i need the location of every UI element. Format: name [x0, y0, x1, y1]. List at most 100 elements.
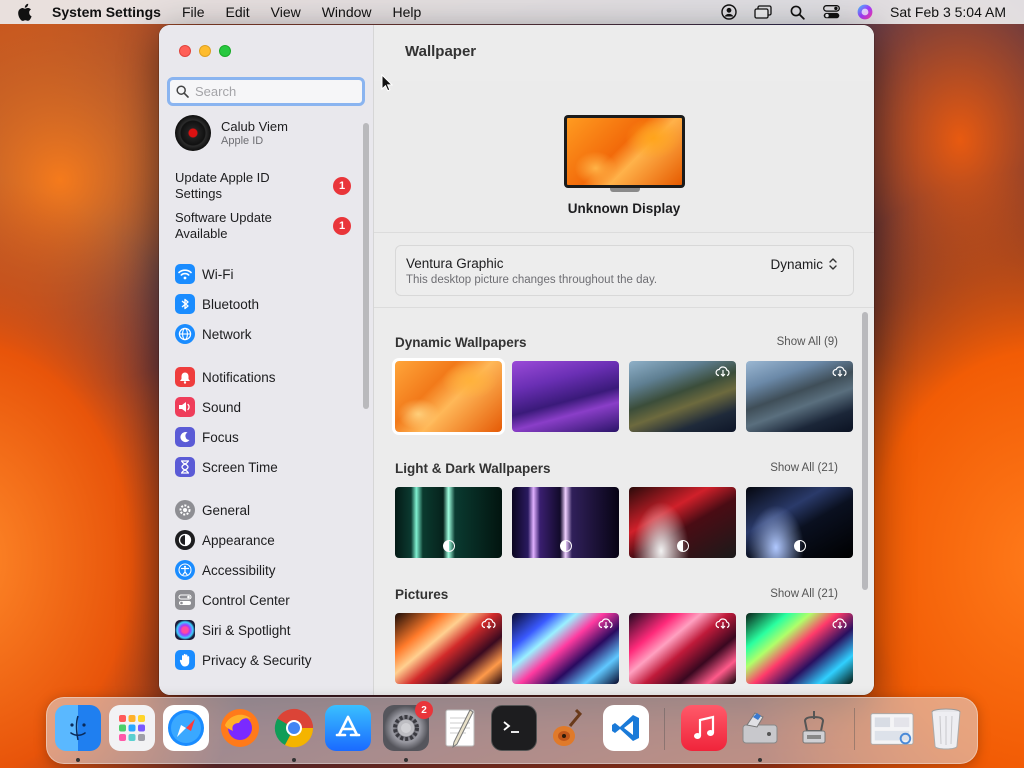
safari-icon[interactable]	[163, 705, 209, 751]
chevron-updown-icon	[827, 256, 839, 272]
finder-icon[interactable]	[55, 705, 101, 751]
current-wallpaper-card: Ventura Graphic This desktop picture cha…	[395, 245, 854, 296]
terminal-icon[interactable]	[491, 705, 537, 751]
sidebar-item-focus[interactable]: Focus	[175, 426, 239, 448]
menu-app-name[interactable]: System Settings	[52, 4, 161, 20]
user-account-icon[interactable]	[720, 4, 738, 20]
cloud-download-icon	[598, 618, 613, 629]
display-name: Unknown Display	[567, 201, 681, 216]
show-all-light-dark-button[interactable]: Show All (21)	[770, 462, 838, 474]
screen-mirroring-icon[interactable]	[754, 4, 772, 20]
cloud-download-icon	[715, 618, 730, 629]
window-controls	[179, 45, 231, 57]
sidebar-item-network[interactable]: Network	[175, 323, 252, 345]
pictures-row	[395, 613, 853, 684]
firefox-icon[interactable]	[217, 705, 263, 751]
chrome-icon[interactable]	[271, 705, 317, 751]
sidebar-item-accessibility[interactable]: Accessibility	[175, 559, 276, 581]
sidebar-item-label: Control Center	[202, 592, 290, 608]
close-window-button[interactable]	[179, 45, 191, 57]
wallpaper-thumb-ld-3[interactable]	[629, 487, 736, 558]
current-wallpaper-description: This desktop picture changes throughout …	[406, 274, 658, 286]
wallpaper-thumb-ld-1[interactable]	[395, 487, 502, 558]
wallpaper-thumb-monterey[interactable]	[512, 361, 619, 432]
light-dark-icon	[794, 540, 806, 552]
zoom-window-button[interactable]	[219, 45, 231, 57]
cloud-download-icon	[832, 366, 847, 377]
sidebar-item-wifi[interactable]: Wi-Fi	[175, 263, 233, 285]
menu-help[interactable]: Help	[393, 4, 422, 20]
sidebar-item-screen-time[interactable]: Screen Time	[175, 456, 278, 478]
music-icon[interactable]	[681, 705, 727, 751]
sidebar-item-software-update[interactable]: Software Update Available 1	[175, 210, 351, 242]
menu-edit[interactable]: Edit	[226, 4, 250, 20]
control-center-icon[interactable]	[822, 4, 840, 20]
menubar-clock[interactable]: Sat Feb 3 5:04 AM	[890, 4, 1006, 20]
menu-window[interactable]: Window	[322, 4, 372, 20]
search-input[interactable]	[195, 84, 355, 99]
sidebar-item-label: Accessibility	[202, 562, 276, 578]
sidebar-item-notifications[interactable]: Notifications	[175, 366, 276, 388]
hand-icon	[175, 650, 195, 670]
dock-separator	[664, 708, 665, 750]
screen-time-icon	[175, 457, 195, 477]
instruments-icon[interactable]	[545, 705, 591, 751]
vscode-icon[interactable]	[603, 705, 649, 751]
alert-label: Software Update Available	[175, 210, 272, 241]
menu-file[interactable]: File	[182, 4, 205, 20]
wallpaper-thumb-ld-2[interactable]	[512, 487, 619, 558]
menu-view[interactable]: View	[271, 4, 301, 20]
wallpaper-thumb-ld-4[interactable]	[746, 487, 853, 558]
notifications-icon	[175, 367, 195, 387]
wallpaper-mode-select[interactable]: Dynamic	[770, 256, 839, 272]
archive-utility-icon[interactable]	[791, 705, 837, 751]
sidebar-item-sound[interactable]: Sound	[175, 396, 241, 418]
search-field[interactable]	[167, 77, 365, 106]
textedit-icon[interactable]	[437, 705, 483, 751]
cloud-download-icon	[481, 618, 496, 629]
wallpaper-thumb-picture-3[interactable]	[629, 613, 736, 684]
sidebar-item-privacy-security[interactable]: Privacy & Security	[175, 649, 312, 671]
preview-icon[interactable]	[869, 705, 915, 751]
settings-badge: 2	[415, 701, 433, 719]
sidebar-item-label: Notifications	[202, 369, 276, 385]
light-dark-icon	[560, 540, 572, 552]
spotlight-search-icon[interactable]	[788, 4, 806, 20]
network-icon	[175, 324, 195, 344]
siri-icon[interactable]	[856, 4, 874, 20]
sidebar-item-bluetooth[interactable]: Bluetooth	[175, 293, 259, 315]
accessibility-icon	[175, 560, 195, 580]
disk-utility-icon[interactable]	[737, 705, 783, 751]
sidebar-item-control-center[interactable]: Control Center	[175, 589, 290, 611]
show-all-dynamic-button[interactable]: Show All (9)	[777, 336, 838, 348]
show-all-pictures-button[interactable]: Show All (21)	[770, 588, 838, 600]
wallpaper-thumb-picture-2[interactable]	[512, 613, 619, 684]
sidebar-item-general[interactable]: General	[175, 499, 250, 521]
wallpaper-thumb-picture-4[interactable]	[746, 613, 853, 684]
light-dark-icon	[443, 540, 455, 552]
cloud-download-icon	[832, 618, 847, 629]
wallpaper-thumb-picture-1[interactable]	[395, 613, 502, 684]
account-name: Calub Viem	[221, 119, 288, 134]
content-scrollbar[interactable]	[862, 312, 868, 590]
wallpaper-thumb-catalina-island[interactable]	[746, 361, 853, 432]
apple-id-account[interactable]: Calub Viem Apple ID	[175, 115, 288, 151]
section-title-dynamic: Dynamic Wallpapers	[395, 335, 527, 350]
launchpad-icon[interactable]	[109, 705, 155, 751]
trash-icon[interactable]	[923, 705, 969, 751]
wallpaper-thumb-catalina[interactable]	[629, 361, 736, 432]
section-title-light-dark: Light & Dark Wallpapers	[395, 461, 551, 476]
dynamic-wallpapers-row	[392, 358, 853, 435]
app-store-icon[interactable]	[325, 705, 371, 751]
apple-menu-icon[interactable]	[18, 3, 34, 21]
sidebar-item-update-apple-id[interactable]: Update Apple ID Settings 1	[175, 170, 351, 202]
wallpaper-mode-value: Dynamic	[770, 256, 823, 272]
alert-badge: 1	[333, 177, 351, 195]
sidebar-item-siri-spotlight[interactable]: Siri & Spotlight	[175, 619, 291, 641]
running-indicator	[292, 758, 296, 762]
sidebar-scrollbar[interactable]	[363, 123, 369, 409]
display-monitor	[564, 115, 685, 188]
sidebar-item-appearance[interactable]: Appearance	[175, 529, 275, 551]
wallpaper-thumb-ventura[interactable]	[392, 358, 505, 435]
minimize-window-button[interactable]	[199, 45, 211, 57]
